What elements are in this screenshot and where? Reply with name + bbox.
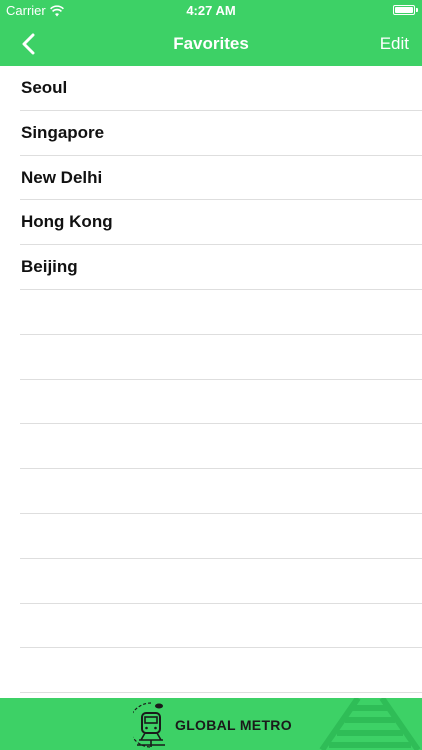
empty-row xyxy=(20,335,422,380)
metro-train-icon xyxy=(133,702,165,748)
favorite-city-name: Singapore xyxy=(21,122,105,142)
empty-row xyxy=(20,648,422,694)
battery-icon xyxy=(393,5,418,15)
favorites-list: Seoul Singapore New Delhi Hong Kong Beijing xyxy=(0,66,422,694)
navigation-bar: Favorites Edit xyxy=(0,22,422,66)
favorite-row[interactable]: Seoul xyxy=(20,66,422,111)
favorite-city-name: Hong Kong xyxy=(21,212,113,232)
empty-row xyxy=(20,380,422,425)
favorite-city-name: Beijing xyxy=(21,257,78,277)
status-time: 4:27 AM xyxy=(186,3,236,18)
page-title: Favorites xyxy=(173,34,249,53)
favorite-row[interactable]: Beijing xyxy=(20,245,422,290)
rail-tracks-icon xyxy=(319,698,421,750)
favorite-row[interactable]: Singapore xyxy=(20,111,422,156)
footer-banner: GLOBAL METRO xyxy=(0,698,422,750)
empty-row xyxy=(20,559,422,604)
status-bar: Carrier 4:27 AM xyxy=(0,0,422,22)
battery-fill xyxy=(395,7,413,13)
brand-logo: GLOBAL METRO xyxy=(133,701,292,749)
empty-row xyxy=(20,290,422,335)
empty-row xyxy=(20,514,422,559)
favorite-row[interactable]: Hong Kong xyxy=(20,200,422,246)
favorite-row[interactable]: New Delhi xyxy=(20,156,422,201)
empty-row xyxy=(20,424,422,470)
top-bar: Carrier 4:27 AM Favorites Edit xyxy=(0,0,422,66)
favorite-city-name: New Delhi xyxy=(21,167,103,187)
empty-row xyxy=(20,469,422,514)
favorite-city-name: Seoul xyxy=(21,78,68,97)
edit-button[interactable]: Edit xyxy=(380,22,409,66)
brand-name: GLOBAL METRO xyxy=(175,717,292,733)
empty-row xyxy=(20,604,422,649)
